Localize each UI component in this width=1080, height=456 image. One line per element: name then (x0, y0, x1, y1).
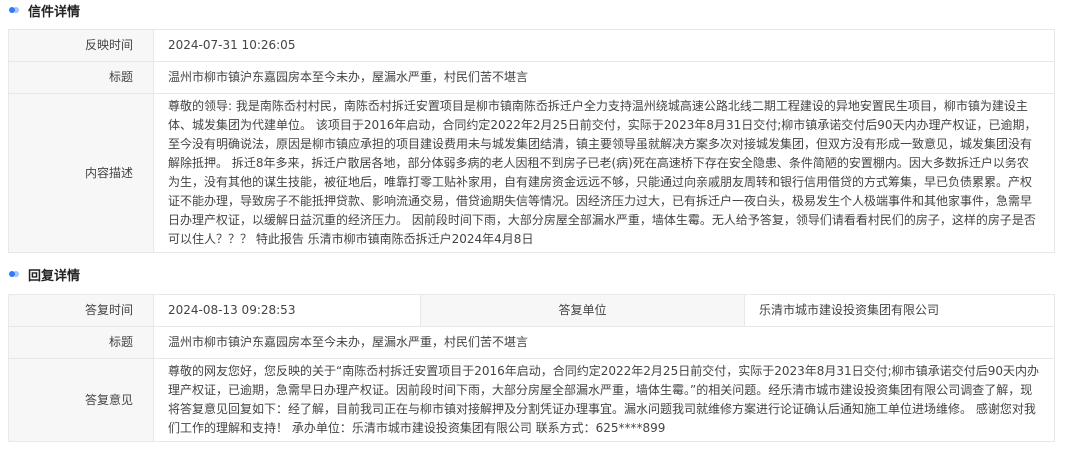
feedback-time-label: 反映时间 (8, 29, 154, 62)
reply-unit-label: 答复单位 (420, 294, 745, 327)
reply-unit-value: 乐清市城市建设投资集团有限公司 (744, 294, 1055, 327)
reply-opinion-value: 尊敬的网友您好，您反映的关于“南陈岙村拆迁安置项目于2016年启动，合同约定20… (153, 358, 1055, 442)
reply-detail-table: 答复时间 2024-08-13 09:28:53 答复单位 乐清市城市建设投资集… (8, 294, 1055, 442)
letter-row-feedback-time: 反映时间 2024-07-31 10:26:05 (8, 29, 1055, 62)
reply-section-title: 回复详情 (28, 268, 81, 284)
letter-row-content: 内容描述 尊敬的领导: 我是南陈岙村村民，南陈岙村拆迁安置项目是柳市镇南陈岙拆迁… (8, 93, 1055, 253)
section-bullet-icon (9, 269, 19, 279)
reply-opinion-label: 答复意见 (8, 358, 154, 442)
section-bullet-icon (9, 5, 19, 15)
letter-subject-value: 温州市柳市镇沪东嘉园房本至今未办，屋漏水严重，村民们苦不堪言 (153, 61, 1055, 94)
letter-content-label: 内容描述 (8, 93, 154, 253)
letter-row-subject: 标题 温州市柳市镇沪东嘉园房本至今未办，屋漏水严重，村民们苦不堪言 (8, 61, 1055, 94)
reply-section-header: 回复详情 (0, 264, 80, 284)
reply-row-subject: 标题 温州市柳市镇沪东嘉园房本至今未办，屋漏水严重，村民们苦不堪言 (8, 326, 1055, 359)
reply-row-opinion: 答复意见 尊敬的网友您好，您反映的关于“南陈岙村拆迁安置项目于2016年启动，合… (8, 358, 1055, 442)
reply-subject-value: 温州市柳市镇沪东嘉园房本至今未办，屋漏水严重，村民们苦不堪言 (153, 326, 1055, 359)
reply-subject-label: 标题 (8, 326, 154, 359)
letter-section-header: 信件详情 (0, 0, 80, 20)
reply-row-time-unit: 答复时间 2024-08-13 09:28:53 答复单位 乐清市城市建设投资集… (8, 294, 1055, 327)
letter-content-value: 尊敬的领导: 我是南陈岙村村民，南陈岙村拆迁安置项目是柳市镇南陈岙拆迁户全力支持… (153, 93, 1055, 253)
letter-subject-label: 标题 (8, 61, 154, 94)
reply-time-value: 2024-08-13 09:28:53 (153, 294, 421, 327)
letter-section-title: 信件详情 (28, 4, 81, 20)
reply-time-label: 答复时间 (8, 294, 154, 327)
feedback-time-value: 2024-07-31 10:26:05 (153, 29, 1055, 62)
letter-detail-table: 反映时间 2024-07-31 10:26:05 标题 温州市柳市镇沪东嘉园房本… (8, 29, 1055, 253)
